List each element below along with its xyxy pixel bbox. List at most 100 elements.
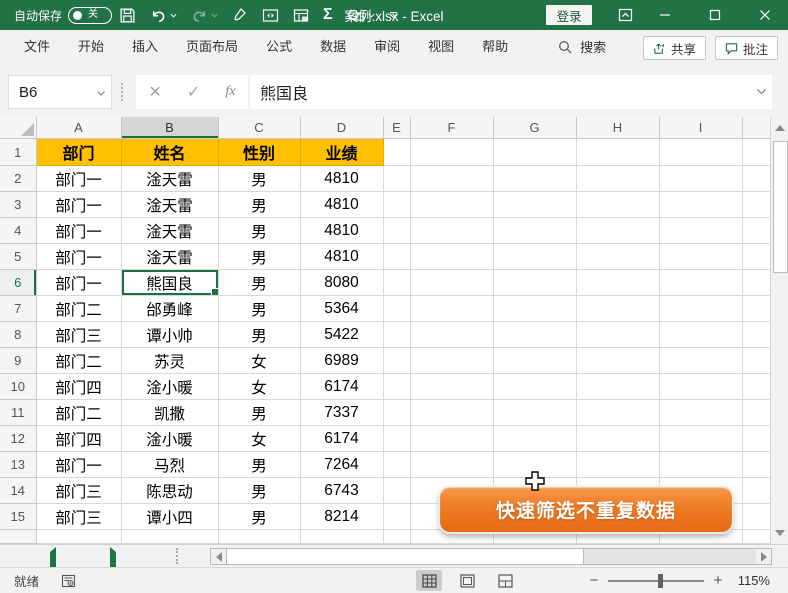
quick-filter-action-button[interactable]: 快速筛选不重复数据 <box>440 487 732 532</box>
data-cell[interactable]: 淦天雷 <box>121 218 218 244</box>
empty-cell[interactable] <box>493 166 576 192</box>
data-cell[interactable]: 男 <box>218 322 300 348</box>
data-cell[interactable]: 陈思动 <box>121 478 218 504</box>
accessibility-checker-icon[interactable] <box>61 574 76 588</box>
data-cell[interactable]: 4810 <box>300 166 383 192</box>
data-cell[interactable]: 男 <box>218 452 300 478</box>
empty-cell[interactable] <box>659 426 742 452</box>
row-header-8[interactable]: 8 <box>0 322 36 348</box>
ribbon-tab-4[interactable]: 公式 <box>252 30 306 63</box>
empty-cell[interactable] <box>383 530 410 544</box>
zoom-level[interactable]: 115% <box>732 573 770 588</box>
row-header-9[interactable]: 9 <box>0 348 36 374</box>
empty-cell[interactable] <box>742 296 770 322</box>
empty-cell[interactable] <box>493 244 576 270</box>
autosave-toggle[interactable]: 关 <box>68 7 112 24</box>
empty-cell[interactable] <box>742 374 770 400</box>
scroll-down-icon[interactable] <box>773 525 787 541</box>
ribbon-tab-0[interactable]: 文件 <box>10 30 64 63</box>
data-cell[interactable]: 部门四 <box>36 374 121 400</box>
row-header-6[interactable]: 6 <box>0 270 36 296</box>
data-cell[interactable]: 6174 <box>300 374 383 400</box>
empty-cell[interactable] <box>121 530 218 544</box>
data-cell[interactable]: 部门一 <box>36 192 121 218</box>
header-cell-3[interactable]: 业绩 <box>300 139 383 166</box>
data-cell[interactable]: 男 <box>218 400 300 426</box>
empty-cell[interactable] <box>659 244 742 270</box>
column-header-D[interactable]: D <box>300 117 383 139</box>
redo-button[interactable] <box>184 0 225 30</box>
data-cell[interactable]: 部门四 <box>36 426 121 452</box>
data-cell[interactable]: 部门二 <box>36 348 121 374</box>
row-header-2[interactable]: 2 <box>0 166 36 192</box>
ribbon-tab-6[interactable]: 审阅 <box>360 30 414 63</box>
empty-cell[interactable] <box>576 322 659 348</box>
data-cell[interactable]: 淦天雷 <box>121 166 218 192</box>
data-cell[interactable]: 6989 <box>300 348 383 374</box>
empty-cell[interactable] <box>576 296 659 322</box>
data-cell[interactable]: 淦小暖 <box>121 426 218 452</box>
empty-cell[interactable] <box>576 244 659 270</box>
column-header-E[interactable]: E <box>383 117 410 139</box>
select-all-corner[interactable] <box>0 117 36 139</box>
data-cell[interactable]: 4810 <box>300 244 383 270</box>
data-cell[interactable]: 7264 <box>300 452 383 478</box>
name-box[interactable]: B6 <box>8 75 112 109</box>
empty-cell[interactable] <box>742 452 770 478</box>
empty-cell[interactable] <box>410 296 493 322</box>
empty-cell[interactable] <box>576 426 659 452</box>
page-break-preview-icon[interactable] <box>492 570 518 591</box>
ribbon-tab-5[interactable]: 数据 <box>306 30 360 63</box>
data-cell[interactable]: 部门一 <box>36 218 121 244</box>
empty-cell[interactable] <box>659 348 742 374</box>
empty-cell[interactable] <box>383 348 410 374</box>
row-header-10[interactable]: 10 <box>0 374 36 400</box>
data-cell[interactable]: 凯撒 <box>121 400 218 426</box>
empty-cell[interactable] <box>576 270 659 296</box>
empty-cell[interactable] <box>493 296 576 322</box>
empty-cell[interactable] <box>742 348 770 374</box>
insert-function-icon[interactable]: fx <box>225 84 235 100</box>
data-cell[interactable]: 男 <box>218 166 300 192</box>
data-cell[interactable]: 淦天雷 <box>121 192 218 218</box>
empty-cell[interactable] <box>742 244 770 270</box>
empty-cell[interactable] <box>383 478 410 504</box>
empty-cell[interactable] <box>659 139 742 166</box>
save-icon[interactable] <box>112 0 143 30</box>
data-cell[interactable]: 5364 <box>300 296 383 322</box>
data-cell[interactable]: 部门一 <box>36 166 121 192</box>
column-header-C[interactable]: C <box>218 117 300 139</box>
data-cell[interactable]: 4810 <box>300 192 383 218</box>
empty-cell[interactable] <box>410 192 493 218</box>
data-cell[interactable]: 5422 <box>300 322 383 348</box>
formula-input[interactable]: 熊国良 <box>250 75 772 109</box>
empty-cell[interactable] <box>410 139 493 166</box>
selected-cell[interactable]: 熊国良 <box>121 270 218 296</box>
empty-cell[interactable] <box>383 192 410 218</box>
row-header-4[interactable]: 4 <box>0 218 36 244</box>
column-header-A[interactable]: A <box>36 117 121 139</box>
empty-cell[interactable] <box>493 426 576 452</box>
zoom-in-icon[interactable]: + <box>712 572 724 589</box>
comments-button[interactable]: 批注 <box>715 36 778 60</box>
empty-cell[interactable] <box>493 348 576 374</box>
empty-cell[interactable] <box>742 530 770 544</box>
empty-cell[interactable] <box>576 166 659 192</box>
empty-cell[interactable] <box>742 478 770 504</box>
data-cell[interactable]: 男 <box>218 218 300 244</box>
data-cell[interactable]: 7337 <box>300 400 383 426</box>
empty-cell[interactable] <box>493 218 576 244</box>
data-cell[interactable]: 6743 <box>300 478 383 504</box>
empty-cell[interactable] <box>383 139 410 166</box>
login-button[interactable]: 登录 <box>546 5 592 25</box>
empty-cell[interactable] <box>410 322 493 348</box>
page-layout-view-icon[interactable] <box>454 570 480 591</box>
confirm-entry-icon[interactable]: ✓ <box>187 82 200 102</box>
formula-bar-expand-icon[interactable] <box>757 89 766 95</box>
data-cell[interactable]: 马烈 <box>121 452 218 478</box>
row-header-3[interactable]: 3 <box>0 192 36 218</box>
empty-cell[interactable] <box>659 270 742 296</box>
column-header-partial[interactable] <box>742 117 770 139</box>
zoom-slider[interactable] <box>608 580 704 582</box>
empty-cell[interactable] <box>383 504 410 530</box>
